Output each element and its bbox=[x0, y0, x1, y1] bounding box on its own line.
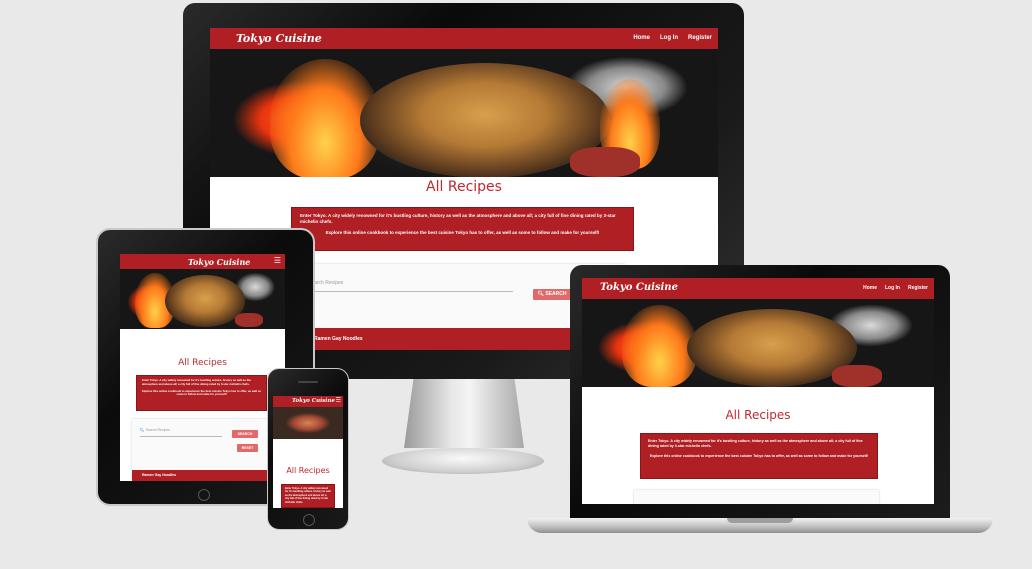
brand-logo[interactable]: Tokyo Cuisine bbox=[600, 282, 678, 293]
hero-image bbox=[120, 269, 285, 329]
laptop-notch bbox=[727, 518, 793, 523]
phone-speaker bbox=[298, 381, 318, 383]
search-button-label: SEARCH bbox=[545, 291, 567, 297]
desktop-stand-neck bbox=[404, 378, 524, 448]
nav-login-link[interactable]: Log In bbox=[660, 35, 678, 41]
tablet-home-button[interactable] bbox=[198, 489, 210, 501]
page-title: All Recipes bbox=[178, 358, 227, 368]
navbar: Tokyo Cuisine ☰ bbox=[273, 396, 343, 407]
intro-line-2: Explore this online cookbook to experien… bbox=[649, 454, 869, 458]
search-icon: 🔍︎ bbox=[140, 428, 145, 432]
navbar: Tokyo Cuisine Home Log In Register bbox=[210, 28, 718, 49]
search-input[interactable]: Search Recipes bbox=[308, 280, 513, 292]
search-input[interactable]: 🔍︎ Search Recipes bbox=[140, 428, 222, 437]
recipe-row[interactable]: Ramen Gay Noodles bbox=[132, 470, 272, 481]
chef-hand bbox=[235, 313, 263, 327]
intro-line-2: Explore this online cookbook to experien… bbox=[142, 388, 262, 397]
laptop-screen: Tokyo Cuisine Home Log In Register All R… bbox=[582, 278, 934, 504]
navbar: Tokyo Cuisine ☰ bbox=[120, 254, 285, 269]
nav-login-link[interactable]: Log In bbox=[885, 285, 900, 291]
nav-home-link[interactable]: Home bbox=[863, 285, 877, 291]
phone: Tokyo Cuisine ☰ All Recipes Enter Tokyo.… bbox=[267, 368, 349, 530]
intro-panel: Enter Tokyo. A city widely renowned for … bbox=[136, 375, 267, 411]
intro-line-1: Enter Tokyo. A city widely renowned for … bbox=[285, 487, 331, 504]
search-button[interactable]: SEARCH bbox=[232, 430, 258, 438]
hamburger-icon[interactable]: ☰ bbox=[274, 256, 281, 265]
hero-image bbox=[210, 49, 718, 177]
navbar: Tokyo Cuisine Home Log In Register bbox=[582, 278, 934, 299]
page-title: All Recipes bbox=[426, 179, 502, 195]
intro-panel: Enter Tokyo. A city widely renowned for … bbox=[640, 433, 878, 479]
search-button[interactable]: 🔍︎ SEARCH bbox=[533, 289, 571, 300]
chef-hand bbox=[832, 365, 882, 387]
intro-line-1: Enter Tokyo. A city widely renowned for … bbox=[300, 213, 616, 224]
tablet-screen: Tokyo Cuisine ☰ All Recipes Enter Tokyo.… bbox=[120, 254, 285, 481]
desktop-stand-base bbox=[382, 448, 544, 474]
phone-home-button[interactable] bbox=[303, 514, 315, 526]
search-placeholder: Search Recipes bbox=[145, 428, 171, 432]
intro-panel: Enter Tokyo. A city widely renowned for … bbox=[281, 484, 335, 508]
search-card bbox=[634, 490, 879, 504]
intro-line-1: Enter Tokyo. A city widely renowned for … bbox=[142, 378, 251, 386]
hamburger-icon[interactable]: ☰ bbox=[336, 397, 341, 404]
brand-logo[interactable]: Tokyo Cuisine bbox=[188, 257, 250, 267]
intro-panel: Enter Tokyo. A city widely renowned for … bbox=[291, 207, 634, 251]
laptop-lid: Tokyo Cuisine Home Log In Register All R… bbox=[570, 265, 950, 520]
nav-register-link[interactable]: Register bbox=[688, 35, 712, 41]
page-title: All Recipes bbox=[286, 466, 330, 475]
chef-hand bbox=[570, 147, 640, 177]
nav-register-link[interactable]: Register bbox=[908, 285, 928, 291]
page-title: All Recipes bbox=[725, 408, 791, 422]
showcase-canvas: { "site": { "brand": "Tokyo Cuisine", "n… bbox=[0, 0, 1032, 569]
intro-line-1: Enter Tokyo. A city widely renowned for … bbox=[648, 439, 863, 448]
intro-line-2: Explore this online cookbook to experien… bbox=[325, 230, 600, 235]
hero-image bbox=[273, 407, 343, 439]
hero-image bbox=[582, 299, 934, 387]
wok-noodles bbox=[165, 275, 245, 327]
search-icon: 🔍︎ bbox=[537, 291, 544, 297]
nav-home-link[interactable]: Home bbox=[633, 35, 650, 41]
flame-left bbox=[622, 305, 697, 387]
recipe-name: Ramen Gay Noodles bbox=[314, 336, 363, 342]
brand-logo[interactable]: Tokyo Cuisine bbox=[292, 398, 335, 404]
recipe-name: Ramen Gay Noodles bbox=[142, 473, 177, 477]
phone-screen: Tokyo Cuisine ☰ All Recipes Enter Tokyo.… bbox=[273, 396, 343, 508]
brand-logo[interactable]: Tokyo Cuisine bbox=[236, 32, 322, 45]
reset-button[interactable]: RESET bbox=[237, 444, 258, 452]
